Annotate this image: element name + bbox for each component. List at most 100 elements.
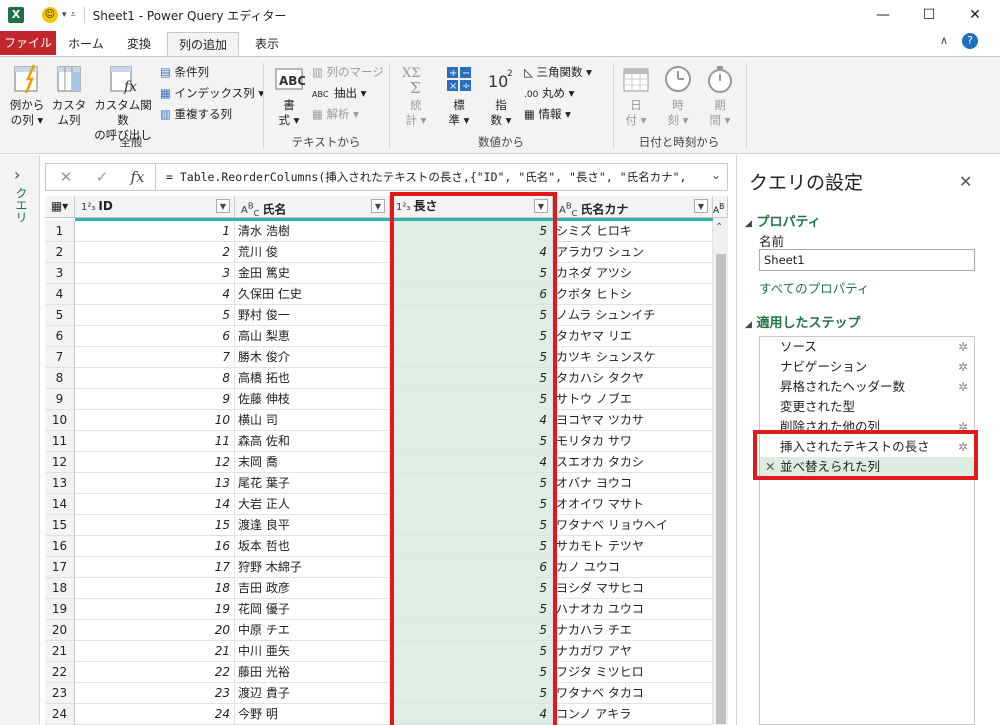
time-button[interactable]: 時刻 ▾ [660,63,696,128]
close-button[interactable]: ✕ [952,0,998,30]
row-number[interactable]: 7 [45,347,75,368]
cell-kana[interactable]: カツキ シュンスケ [553,347,713,368]
gear-icon[interactable]: ✲ [958,337,968,357]
row-number[interactable]: 21 [45,641,75,662]
row-number[interactable]: 10 [45,410,75,431]
cell-kana[interactable]: カネダ アツシ [553,263,713,284]
row-number[interactable]: 20 [45,620,75,641]
cell-id[interactable]: 15 [75,515,235,536]
dropdown-icon[interactable]: ▾ [62,10,67,20]
table-row[interactable]: 20 20 中原 チエ 5 ナカハラ チエ [45,620,728,641]
cell-id[interactable]: 11 [75,431,235,452]
cell-name[interactable]: 佐藤 伸枝 [235,389,390,410]
close-settings-icon[interactable]: ✕ [959,172,972,191]
scientific-button[interactable]: 10 2 指数 ▾ [482,63,520,128]
cell-name[interactable]: 荒川 俊 [235,242,390,263]
table-row[interactable]: 14 14 大岩 正人 5 オオイワ マサト [45,494,728,515]
cell-name[interactable]: 渡辺 貴子 [235,683,390,704]
step-promoted-headers[interactable]: 昇格されたヘッダー数 ✲ [760,377,974,397]
row-number[interactable]: 12 [45,452,75,473]
cell-id[interactable]: 19 [75,599,235,620]
cell-id[interactable]: 21 [75,641,235,662]
cell-id[interactable]: 6 [75,326,235,347]
conditional-column-button[interactable]: ▤ 条件列 [160,65,209,80]
cell-name[interactable]: 渡逢 良平 [235,515,390,536]
gear-icon[interactable]: ✲ [958,377,968,397]
cell-kana[interactable]: サトウ ノブエ [553,389,713,410]
cancel-icon[interactable]: ✕ [48,164,84,190]
table-row[interactable]: 5 5 野村 俊一 5 ノムラ シュンイチ [45,305,728,326]
filter-dropdown-icon[interactable]: ▼ [371,199,385,213]
cell-name[interactable]: 高橋 拓也 [235,368,390,389]
date-button[interactable]: 日付 ▾ [618,63,654,128]
row-number[interactable]: 14 [45,494,75,515]
table-row[interactable]: 16 16 坂本 哲也 5 サカモト テツヤ [45,536,728,557]
filter-dropdown-icon[interactable]: ▼ [694,199,708,213]
maximize-button[interactable]: ☐ [906,0,952,30]
cell-name[interactable]: 坂本 哲也 [235,536,390,557]
extract-label[interactable]: 抽出 ▾ [334,86,366,101]
cell-name[interactable]: 金田 篤史 [235,263,390,284]
tab-transform[interactable]: 変換 [116,32,162,56]
parse-button[interactable]: ▦ 解析 ▾ [312,107,359,122]
cell-id[interactable]: 16 [75,536,235,557]
column-header-partial[interactable]: AB [713,196,728,218]
cell-kana[interactable]: ノムラ シュンイチ [553,305,713,326]
customize-toolbar-icon[interactable]: ⩡ [71,10,76,20]
cell-id[interactable]: 17 [75,557,235,578]
queries-label[interactable]: クエリ [13,187,30,223]
cell-id[interactable]: 10 [75,410,235,431]
cell-kana[interactable]: サカモト テツヤ [553,536,713,557]
merge-columns-button[interactable]: ▥ 列のマージ [312,65,384,80]
gear-icon[interactable]: ✲ [958,357,968,377]
cell-id[interactable]: 18 [75,578,235,599]
cell-id[interactable]: 4 [75,284,235,305]
row-number[interactable]: 11 [45,431,75,452]
number-type-icon[interactable]: 1²₃ [81,202,95,213]
table-menu-icon[interactable]: ▦▾ [45,196,75,218]
cell-name[interactable]: 吉田 政彦 [235,578,390,599]
standard-button[interactable]: + − × ÷ 標準 ▾ [440,63,478,128]
cell-name[interactable]: 横山 司 [235,410,390,431]
table-row[interactable]: 11 11 森高 佐和 5 モリタカ サワ [45,431,728,452]
cell-name[interactable]: 大岩 正人 [235,494,390,515]
row-number[interactable]: 18 [45,578,75,599]
cell-id[interactable]: 14 [75,494,235,515]
cell-id[interactable]: 1 [75,221,235,242]
cell-kana[interactable]: シミズ ヒロキ [553,221,713,242]
table-row[interactable]: 6 6 高山 梨恵 5 タカヤマ リエ [45,326,728,347]
table-row[interactable]: 9 9 佐藤 伸枝 5 サトウ ノブエ [45,389,728,410]
column-header-kana[interactable]: ABC 氏名カナ ▼ [553,196,713,218]
row-number[interactable]: 17 [45,557,75,578]
trigonometry-button[interactable]: ◺ 三角関数 ▾ [524,65,592,80]
formula-input[interactable]: = Table.ReorderColumns(挿入されたテキストの長さ,{"ID… [166,164,686,190]
cell-id[interactable]: 5 [75,305,235,326]
table-row[interactable]: 12 12 末岡 喬 4 スエオカ タカシ [45,452,728,473]
cell-kana[interactable]: オオイワ マサト [553,494,713,515]
cell-name[interactable]: 末岡 喬 [235,452,390,473]
column-from-examples-button[interactable]: 例から の列 ▾ [6,63,48,128]
help-icon[interactable]: ? [962,33,978,49]
applied-steps-heading[interactable]: ◢ 適用したステップ [745,312,860,331]
statistics-button[interactable]: XΣ Σ 統計 ▾ [396,63,436,128]
cell-id[interactable]: 24 [75,704,235,725]
cell-kana[interactable]: カノ ユウコ [553,557,713,578]
format-button[interactable]: ABC 書式 ▾ [268,63,310,128]
cell-name[interactable]: 尾花 葉子 [235,473,390,494]
table-row[interactable]: 4 4 久保田 仁史 6 クボタ ヒトシ [45,284,728,305]
confirm-icon[interactable]: ✓ [84,164,120,190]
duplicate-column-button[interactable]: ▥ 重複する列 [160,107,232,122]
text-type-icon[interactable]: ABC [241,201,259,218]
tab-file[interactable]: ファイル [0,31,56,55]
cell-kana[interactable]: ワタナベ リョウヘイ [553,515,713,536]
table-row[interactable]: 22 22 藤田 光裕 5 フジタ ミツヒロ [45,662,728,683]
row-number[interactable]: 22 [45,662,75,683]
index-column-button[interactable]: ▦ インデックス列 ▾ [160,86,264,101]
table-row[interactable]: 10 10 横山 司 4 ヨコヤマ ツカサ [45,410,728,431]
cell-id[interactable]: 8 [75,368,235,389]
table-row[interactable]: 18 18 吉田 政彦 5 ヨシダ マサヒコ [45,578,728,599]
all-properties-link[interactable]: すべてのプロパティ [759,278,869,297]
row-number[interactable]: 5 [45,305,75,326]
table-row[interactable]: 7 7 勝木 俊介 5 カツキ シュンスケ [45,347,728,368]
step-navigation[interactable]: ナビゲーション ✲ [760,357,974,377]
